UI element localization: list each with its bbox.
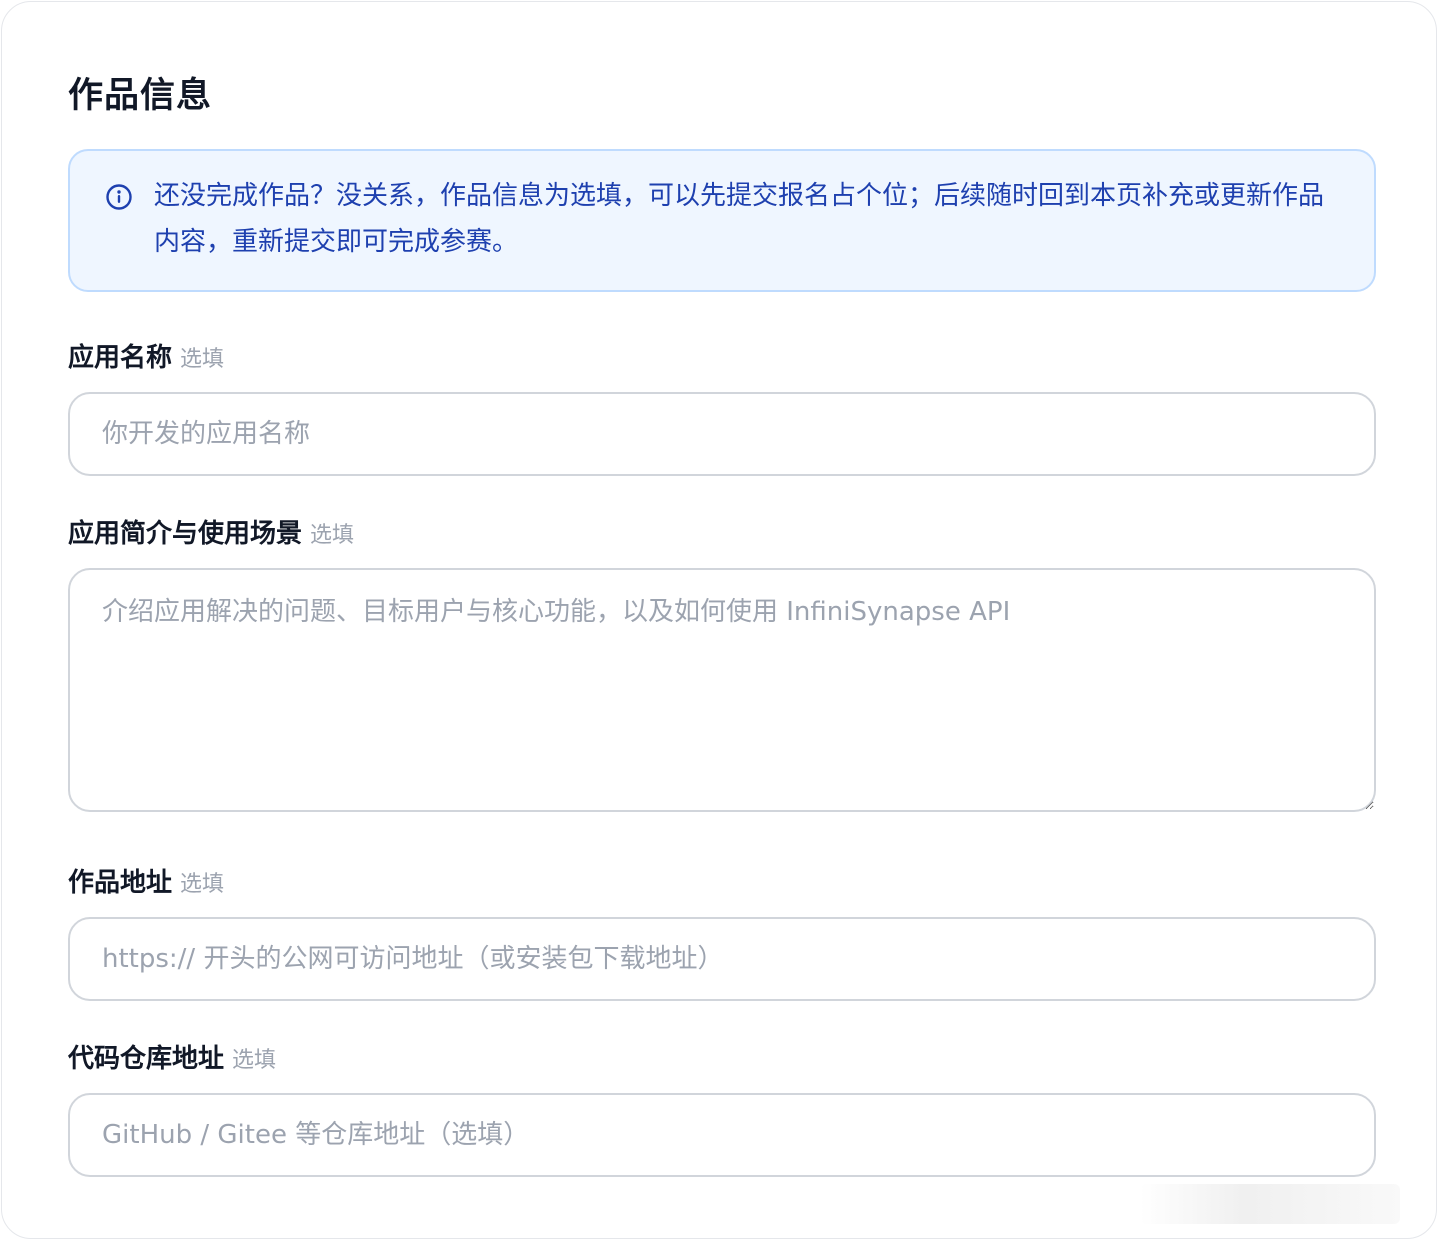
app-name-label-text: 应用名称 — [68, 343, 173, 373]
app-name-optional-tag: 选填 — [180, 347, 225, 372]
repo-url-label: 代码仓库地址 选填 — [68, 1039, 276, 1081]
app-description-textarea[interactable] — [68, 568, 1376, 812]
app-description-label: 应用简介与使用场景 选填 — [68, 514, 354, 556]
app-description-optional-tag: 选填 — [310, 523, 355, 548]
repo-url-label-text: 代码仓库地址 — [68, 1044, 225, 1074]
app-description-label-text: 应用简介与使用场景 — [68, 519, 303, 549]
notice-text: 还没完成作品？没关系，作品信息为选填，可以先提交报名占个位；后续随时回到本页补充… — [154, 181, 1325, 257]
watermark-blur — [1140, 1184, 1400, 1224]
app-name-input[interactable] — [68, 392, 1376, 476]
app-name-label: 应用名称 选填 — [68, 338, 224, 380]
project-url-optional-tag: 选填 — [180, 872, 225, 897]
info-circle-icon — [106, 184, 132, 210]
repo-url-input[interactable] — [68, 1093, 1376, 1177]
project-url-label-text: 作品地址 — [68, 868, 173, 898]
project-info-card: 作品信息 还没完成作品？没关系，作品信息为选填，可以先提交报名占个位；后续随时回… — [1, 1, 1437, 1239]
info-notice: 还没完成作品？没关系，作品信息为选填，可以先提交报名占个位；后续随时回到本页补充… — [68, 149, 1376, 292]
section-title: 作品信息 — [68, 76, 213, 116]
project-url-input[interactable] — [68, 917, 1376, 1001]
project-url-label: 作品地址 选填 — [68, 863, 224, 905]
repo-url-optional-tag: 选填 — [232, 1048, 277, 1073]
